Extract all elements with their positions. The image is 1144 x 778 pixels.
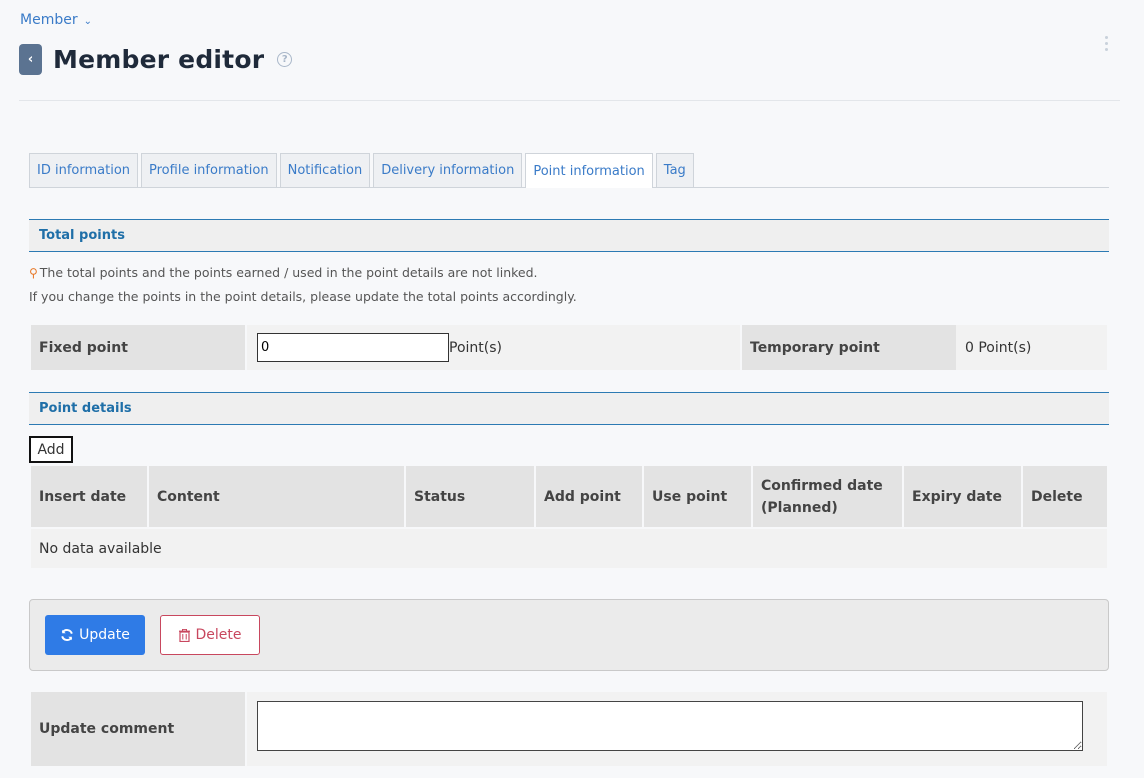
- update-comment-row: Update comment: [31, 692, 1107, 766]
- col-status[interactable]: Status: [406, 466, 536, 527]
- delete-button[interactable]: Delete: [160, 615, 260, 655]
- page-header: ‹ Member editor ?: [19, 44, 293, 75]
- fixed-point-label: Fixed point: [31, 325, 245, 370]
- table-header-row: Insert date Content Status Add point Use…: [31, 466, 1107, 527]
- fixed-point-cell: Point(s): [247, 325, 740, 370]
- tab-notification[interactable]: Notification: [279, 153, 371, 187]
- lightbulb-icon: ⚲: [29, 266, 38, 280]
- update-button[interactable]: Update: [45, 615, 145, 655]
- points-note-text1: The total points and the points earned /…: [39, 265, 538, 280]
- update-button-label: Update: [79, 627, 130, 643]
- add-button[interactable]: Add: [29, 436, 73, 463]
- tab-id-information[interactable]: ID information: [29, 153, 139, 187]
- fixed-point-unit: Point(s): [449, 339, 502, 356]
- col-use-point[interactable]: Use point: [644, 466, 753, 527]
- tab-bar: ID information Profile information Notif…: [29, 153, 1109, 188]
- total-points-row: Fixed point Point(s) Temporary point 0 P…: [31, 325, 1107, 370]
- empty-row: No data available: [31, 529, 1107, 568]
- tab-tag[interactable]: Tag: [655, 153, 694, 187]
- update-comment-label: Update comment: [31, 692, 245, 766]
- col-confirmed-date[interactable]: Confirmed date (Planned): [753, 466, 904, 527]
- temporary-point-label: Temporary point: [742, 325, 956, 370]
- chevron-left-icon: ‹: [27, 52, 34, 67]
- tab-profile-information[interactable]: Profile information: [141, 153, 277, 187]
- delete-button-label: Delete: [195, 627, 242, 643]
- refresh-icon: [61, 629, 73, 641]
- help-icon[interactable]: ?: [277, 52, 293, 67]
- tab-delivery-information[interactable]: Delivery information: [373, 153, 523, 187]
- col-insert-date[interactable]: Insert date: [31, 466, 149, 527]
- header-divider: [19, 100, 1120, 101]
- action-bar: Update Delete: [29, 599, 1109, 671]
- point-details-table: Insert date Content Status Add point Use…: [31, 466, 1107, 568]
- fixed-point-input[interactable]: [257, 333, 449, 362]
- col-expiry-date[interactable]: Expiry date: [904, 466, 1023, 527]
- total-points-heading: Total points: [29, 219, 1109, 252]
- more-options-icon[interactable]: [1105, 34, 1108, 52]
- temporary-point-value: 0 Point(s): [956, 325, 1107, 370]
- trash-icon: [178, 628, 190, 642]
- points-note-line2: If you change the points in the point de…: [29, 289, 577, 304]
- col-delete[interactable]: Delete: [1023, 466, 1107, 527]
- point-details-heading: Point details: [29, 392, 1109, 425]
- breadcrumb[interactable]: Member ⌄: [20, 12, 92, 28]
- breadcrumb-label: Member: [20, 12, 78, 28]
- tab-point-information[interactable]: Point information: [525, 153, 653, 188]
- chevron-down-icon: ⌄: [83, 15, 92, 27]
- update-comment-cell: [247, 692, 1107, 766]
- back-button[interactable]: ‹: [19, 44, 42, 75]
- col-content[interactable]: Content: [149, 466, 406, 527]
- page-title: Member editor: [53, 45, 265, 74]
- update-comment-field[interactable]: [257, 701, 1083, 751]
- points-note-line1: ⚲ The total points and the points earned …: [29, 265, 538, 280]
- col-add-point[interactable]: Add point: [536, 466, 644, 527]
